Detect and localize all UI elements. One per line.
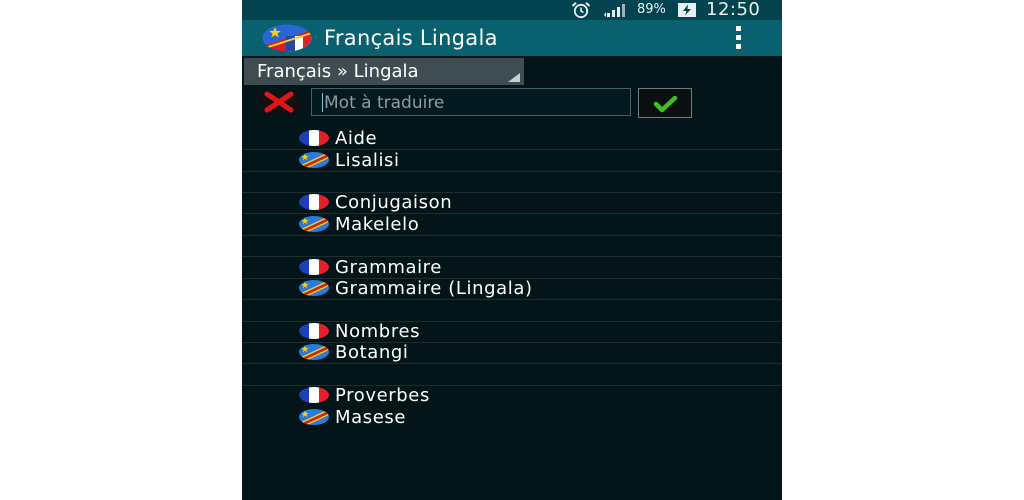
text-cursor: [322, 93, 323, 112]
overflow-menu-icon[interactable]: [730, 25, 748, 51]
topic-row: Conjugaison Makelelo: [242, 192, 782, 258]
green-check-icon: [653, 95, 678, 113]
topic-item-lingala[interactable]: Lisalisi: [242, 150, 782, 171]
divider: [242, 299, 782, 301]
battery-charging-icon: [678, 3, 696, 17]
divider: [242, 363, 782, 365]
topic-item-lingala[interactable]: Botangi: [242, 342, 782, 363]
signal-icon: [604, 4, 625, 17]
topic-label-fr: Proverbes: [335, 385, 430, 407]
topic-label-ln: Grammaire (Lingala): [335, 278, 533, 300]
congo-flag-icon: [299, 151, 329, 168]
topic-row: Nombres Botangi: [242, 321, 782, 386]
red-x-icon: [264, 91, 294, 113]
topic-row: Aide Lisalisi: [242, 128, 782, 193]
congo-flag-icon: [299, 408, 329, 425]
topic-row: Grammaire Grammaire (Lingala): [242, 257, 782, 322]
france-flag-icon: [299, 130, 329, 146]
topic-label-ln: Lisalisi: [335, 149, 400, 171]
clear-button[interactable]: [259, 91, 299, 113]
action-bar: Français Lingala: [242, 20, 782, 56]
france-flag-icon: [299, 322, 329, 339]
phone-screen: 89% 12:50 Français Lingala Français » Li…: [242, 0, 782, 500]
search-input[interactable]: [311, 88, 631, 116]
congo-flag-icon: [299, 344, 329, 361]
spinner-arrow-icon: [508, 73, 520, 82]
topic-label-fr: Nombres: [335, 320, 421, 342]
topic-list: Aide Lisalisi Conjugaison Makelelo Gramm…: [242, 128, 782, 449]
congo-flag-icon: [299, 280, 329, 297]
topic-item-french[interactable]: Nombres: [242, 321, 782, 342]
topic-label-ln: Masese: [335, 406, 407, 428]
france-flag-icon: [299, 258, 329, 275]
topic-item-french[interactable]: Proverbes: [242, 385, 782, 406]
topic-label-fr: Aide: [335, 128, 378, 149]
congo-flag-icon: [299, 215, 329, 232]
topic-label-ln: Makelelo: [335, 213, 420, 235]
topic-item-lingala[interactable]: Grammaire (Lingala): [242, 278, 782, 299]
france-flag-icon: [299, 387, 329, 404]
alarm-icon: [571, 2, 591, 19]
topic-item-lingala[interactable]: Masese: [242, 407, 782, 428]
translate-ok-button[interactable]: [638, 88, 692, 118]
app-title: Français Lingala: [324, 26, 498, 50]
topic-label-fr: Conjugaison: [335, 192, 453, 214]
divider: [242, 170, 782, 172]
topic-item-french[interactable]: Grammaire: [242, 257, 782, 278]
congo-flag-app-icon[interactable]: [262, 24, 312, 52]
france-flag-icon: [299, 194, 329, 211]
topic-item-french[interactable]: Aide: [242, 128, 782, 149]
language-direction-spinner[interactable]: Français » Lingala: [244, 58, 524, 85]
status-bar: 89% 12:50: [242, 0, 782, 20]
topic-label-ln: Botangi: [335, 342, 409, 364]
divider: [242, 234, 782, 236]
clock: 12:50: [706, 0, 761, 20]
topic-row: Proverbes Masese: [242, 385, 782, 449]
topic-item-lingala[interactable]: Makelelo: [242, 214, 782, 235]
topic-label-fr: Grammaire: [335, 256, 442, 278]
direction-label: Français » Lingala: [257, 61, 419, 82]
battery-percent: 89%: [637, 2, 666, 17]
topic-item-french[interactable]: Conjugaison: [242, 192, 782, 213]
